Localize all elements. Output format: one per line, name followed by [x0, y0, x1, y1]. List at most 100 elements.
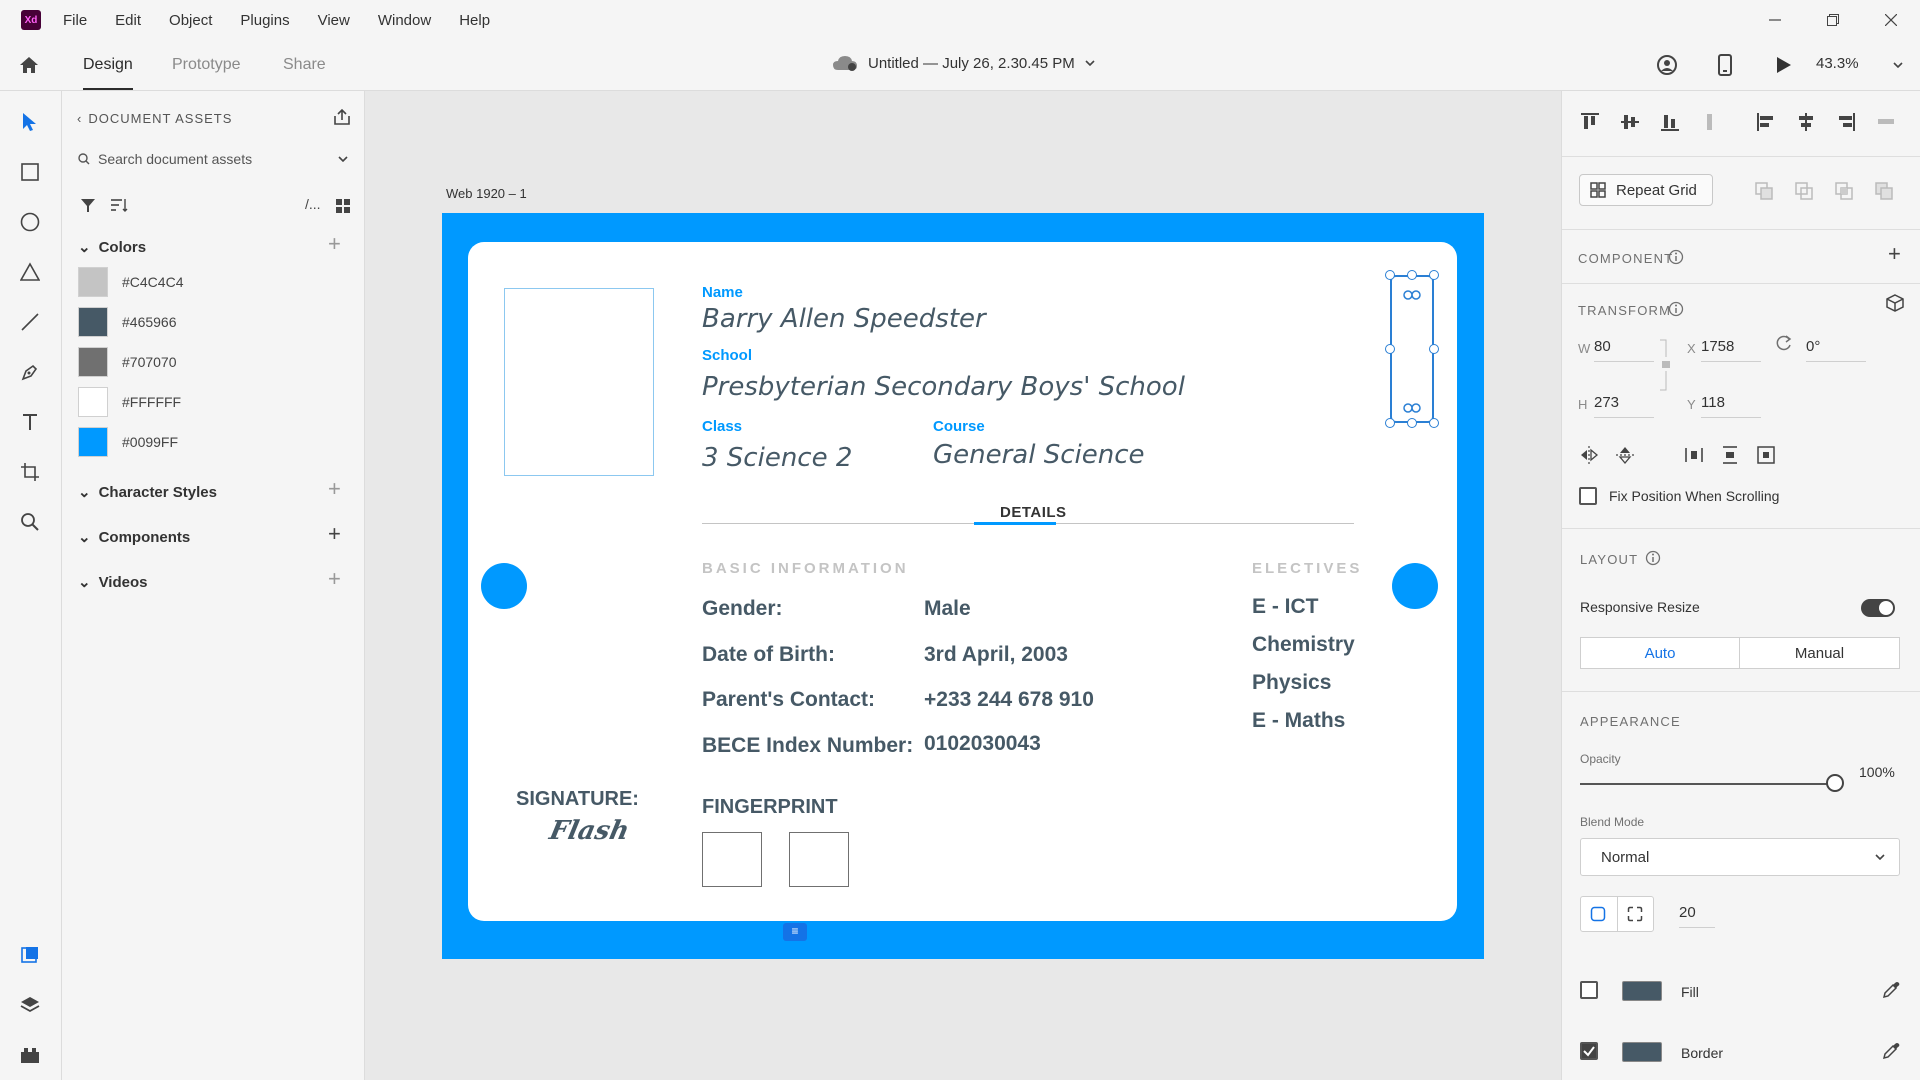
resize-handle[interactable]: [1407, 418, 1417, 428]
menu-window[interactable]: Window: [378, 12, 431, 29]
list-view-icon[interactable]: /...: [305, 196, 321, 212]
fill-checkbox[interactable]: [1580, 981, 1598, 999]
line-tool-icon[interactable]: [19, 311, 41, 333]
search-chevron-icon[interactable]: [338, 156, 348, 162]
menu-plugins[interactable]: Plugins: [240, 12, 289, 29]
info-icon[interactable]: [1668, 301, 1684, 317]
eyedropper-icon[interactable]: [1881, 980, 1901, 1000]
rectangle-tool-icon[interactable]: [19, 161, 41, 183]
resize-to-fit-icon[interactable]: [1756, 445, 1776, 465]
close-icon[interactable]: [1862, 0, 1920, 40]
border-checkbox[interactable]: [1580, 1042, 1598, 1060]
eyedropper-icon[interactable]: [1881, 1041, 1901, 1061]
text-tool-icon[interactable]: [19, 411, 41, 433]
fill-color-swatch[interactable]: [1622, 981, 1662, 1001]
opacity-slider-thumb[interactable]: [1826, 774, 1844, 792]
minimize-icon[interactable]: [1746, 0, 1804, 40]
add-component-button[interactable]: +: [1888, 241, 1901, 267]
punch-hole-right[interactable]: [1392, 563, 1438, 609]
rotation-field[interactable]: 0°: [1806, 338, 1866, 362]
distribute-horizontal-icon[interactable]: [1875, 111, 1897, 133]
character-styles-section-header[interactable]: ⌄ Character Styles: [78, 483, 217, 502]
fingerprint-box[interactable]: [789, 832, 849, 887]
align-bottom-icon[interactable]: [1659, 111, 1681, 133]
zoom-tool-icon[interactable]: [19, 511, 41, 533]
resize-handle[interactable]: [1429, 344, 1439, 354]
play-icon[interactable]: [1771, 53, 1795, 77]
color-swatch[interactable]: [78, 427, 108, 457]
responsive-resize-toggle[interactable]: [1861, 599, 1895, 617]
menu-help[interactable]: Help: [459, 12, 490, 29]
repeat-grid-button[interactable]: Repeat Grid: [1579, 174, 1713, 206]
resize-handle[interactable]: [1385, 344, 1395, 354]
opacity-slider-track[interactable]: [1580, 783, 1830, 785]
boolean-intersect-icon[interactable]: [1834, 181, 1854, 201]
corner-radius-field[interactable]: 20: [1679, 904, 1715, 928]
home-icon[interactable]: [18, 54, 40, 76]
auto-button[interactable]: Auto: [1580, 637, 1740, 669]
align-top-icon[interactable]: [1579, 111, 1601, 133]
color-swatch[interactable]: [78, 267, 108, 297]
device-preview-icon[interactable]: [1713, 53, 1737, 77]
export-icon[interactable]: [332, 107, 352, 127]
fix-position-checkbox[interactable]: [1579, 487, 1597, 505]
zoom-level[interactable]: 43.3%: [1816, 55, 1859, 72]
color-swatch[interactable]: [78, 307, 108, 337]
colors-section-header[interactable]: ⌄ Colors: [78, 238, 146, 257]
color-swatch-row[interactable]: #C4C4C4: [78, 267, 183, 297]
artboard-grid-badge-icon[interactable]: ≡: [783, 923, 807, 941]
distribute-vertical-icon[interactable]: [1699, 111, 1721, 133]
artboard-label[interactable]: Web 1920 – 1: [446, 186, 527, 201]
menu-file[interactable]: File: [63, 12, 87, 29]
align-center-icon[interactable]: [1795, 111, 1817, 133]
tab-details[interactable]: DETAILS: [1000, 504, 1067, 521]
uniform-corners-icon[interactable]: [1590, 906, 1606, 922]
height-field[interactable]: 273: [1594, 394, 1654, 418]
restore-icon[interactable]: [1804, 0, 1862, 40]
assets-panel-icon[interactable]: [19, 944, 41, 966]
share-user-icon[interactable]: [1655, 53, 1679, 77]
resize-handle[interactable]: [1407, 270, 1417, 280]
color-swatch-row[interactable]: #707070: [78, 347, 177, 377]
color-swatch-row[interactable]: #FFFFFF: [78, 387, 181, 417]
resize-handle[interactable]: [1385, 270, 1395, 280]
distribute-spacing-v-icon[interactable]: [1720, 445, 1740, 465]
assets-title[interactable]: ‹ DOCUMENT ASSETS: [77, 111, 232, 126]
resize-handle[interactable]: [1429, 418, 1439, 428]
add-character-style-icon[interactable]: +: [328, 476, 341, 502]
document-title[interactable]: Untitled — July 26, 2.30.45 PM: [832, 54, 1095, 72]
sort-icon[interactable]: [110, 197, 128, 213]
color-swatch[interactable]: [78, 387, 108, 417]
resize-handle[interactable]: [1429, 270, 1439, 280]
punch-hole-left[interactable]: [481, 563, 527, 609]
artboard[interactable]: Name Barry Allen Speedster School Presby…: [442, 213, 1484, 959]
color-swatch-row[interactable]: #465966: [78, 307, 177, 337]
components-section-header[interactable]: ⌄ Components: [78, 528, 190, 547]
lock-aspect-icon[interactable]: [1660, 339, 1670, 391]
border-color-swatch[interactable]: [1622, 1042, 1662, 1062]
boolean-exclude-icon[interactable]: [1874, 181, 1894, 201]
info-icon[interactable]: [1645, 550, 1661, 566]
flip-horizontal-icon[interactable]: [1579, 445, 1599, 465]
boolean-subtract-icon[interactable]: [1794, 181, 1814, 201]
chevron-left-icon[interactable]: ‹: [77, 111, 82, 126]
canvas[interactable]: Web 1920 – 1 Name Barry Allen Speedster …: [365, 91, 1561, 1080]
3d-transform-icon[interactable]: [1885, 293, 1905, 313]
width-field[interactable]: 80: [1594, 338, 1654, 362]
menu-view[interactable]: View: [318, 12, 350, 29]
tab-prototype[interactable]: Prototype: [172, 56, 240, 74]
opacity-value[interactable]: 100%: [1859, 764, 1895, 780]
info-icon[interactable]: [1668, 249, 1684, 265]
filter-icon[interactable]: [80, 197, 96, 213]
align-right-icon[interactable]: [1835, 111, 1857, 133]
videos-section-header[interactable]: ⌄ Videos: [78, 573, 148, 592]
blend-mode-select[interactable]: Normal: [1580, 838, 1900, 876]
distribute-spacing-h-icon[interactable]: [1684, 445, 1704, 465]
align-middle-icon[interactable]: [1619, 111, 1641, 133]
plugins-icon[interactable]: [19, 1044, 41, 1066]
pen-tool-icon[interactable]: [19, 361, 41, 383]
x-field[interactable]: 1758: [1701, 338, 1761, 362]
photo-placeholder[interactable]: [504, 288, 654, 476]
artboard-tool-icon[interactable]: [19, 461, 41, 483]
add-video-icon[interactable]: +: [328, 566, 341, 592]
